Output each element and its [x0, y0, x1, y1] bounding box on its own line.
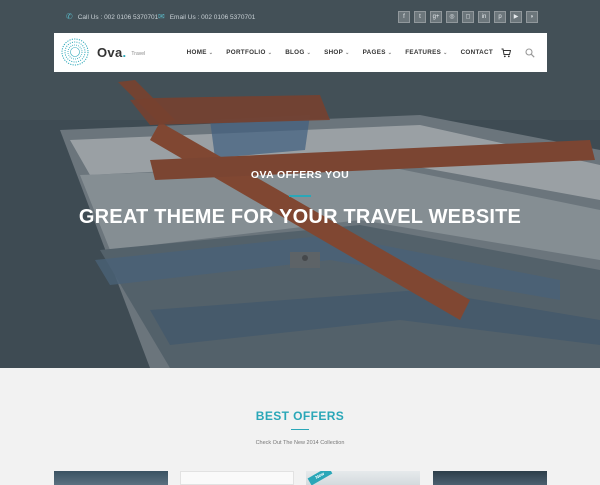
chevron-down-icon: ⌄: [267, 49, 273, 56]
menu-item-portfolio[interactable]: PORTFOLIO ⌄: [226, 49, 272, 56]
menu-item-pages[interactable]: PAGES ⌄: [363, 49, 393, 56]
chevron-down-icon: ⌄: [306, 49, 312, 56]
contact-email[interactable]: ✉ Email Us : 002 0106 5370701: [158, 13, 255, 21]
cart-icon[interactable]: [501, 48, 511, 58]
rss-icon[interactable]: ◗: [526, 11, 538, 23]
menu-item-shop[interactable]: SHOP ⌄: [324, 49, 350, 56]
phone-icon: ✆: [66, 12, 73, 21]
hero-divider: [289, 195, 311, 197]
contact-phone-text: Call Us : 002 0106 5370701: [77, 13, 159, 21]
nav-icons: [501, 33, 535, 72]
pinterest-icon[interactable]: p: [494, 11, 506, 23]
chevron-down-icon: ⌄: [387, 49, 393, 56]
logo-text: Ova.: [97, 44, 127, 60]
section-title: BEST OFFERS: [255, 409, 345, 423]
linkedin-icon[interactable]: in: [478, 11, 490, 23]
logo[interactable]: Ova. Travel: [60, 37, 145, 67]
menu-item-contact[interactable]: CONTACT: [461, 49, 493, 56]
menu-item-label: BLOG: [285, 49, 305, 56]
menu-item-label: FEATURES: [405, 49, 442, 56]
youtube-icon[interactable]: ▶: [510, 11, 522, 23]
offer-card[interactable]: [433, 471, 547, 485]
nav-menu: HOME ⌄ PORTFOLIO ⌄ BLOG ⌄ SHOP ⌄ PAGES ⌄…: [187, 33, 493, 72]
top-bar: ✆ Call Us : 002 0106 5370701 ✉ Email Us …: [0, 0, 600, 36]
hero-kicker: OVA OFFERS YOU: [250, 169, 350, 181]
envelope-icon: ✉: [158, 12, 165, 21]
instagram-icon[interactable]: ◻: [462, 11, 474, 23]
menu-item-label: SHOP: [324, 49, 344, 56]
hero-title: GREAT THEME FOR YOUR TRAVEL WEBSITE: [78, 206, 522, 228]
offer-card[interactable]: [54, 471, 168, 485]
twitter-icon[interactable]: t: [414, 11, 426, 23]
search-icon[interactable]: [525, 47, 535, 58]
facebook-icon[interactable]: f: [398, 11, 410, 23]
section-divider: [291, 429, 309, 430]
offer-card[interactable]: [180, 471, 294, 485]
chevron-down-icon: ⌄: [208, 49, 214, 56]
new-badge: New: [307, 471, 333, 485]
menu-item-features[interactable]: FEATURES ⌄: [405, 49, 447, 56]
menu-item-label: CONTACT: [460, 49, 493, 56]
logo-icon: [61, 38, 89, 66]
section-subtitle: Check Out The New 2014 Collection: [255, 440, 345, 446]
best-offers-section: BEST OFFERS Check Out The New 2014 Colle…: [0, 368, 600, 485]
dribbble-icon[interactable]: ◎: [446, 11, 458, 23]
chevron-down-icon: ⌄: [443, 49, 448, 56]
menu-item-label: PAGES: [362, 49, 386, 56]
menu-item-label: PORTFOLIO: [226, 49, 266, 56]
contact-phone[interactable]: ✆ Call Us : 002 0106 5370701: [66, 13, 158, 21]
chevron-down-icon: ⌄: [345, 49, 350, 56]
menu-item-home[interactable]: HOME ⌄: [187, 49, 214, 56]
main-navbar: Ova. Travel HOME ⌄ PORTFOLIO ⌄ BLOG ⌄ SH…: [54, 33, 547, 72]
menu-item-label: HOME: [186, 49, 207, 56]
menu-item-blog[interactable]: BLOG ⌄: [285, 49, 311, 56]
offer-card[interactable]: New: [306, 471, 420, 485]
hero-section: ✆ Call Us : 002 0106 5370701 ✉ Email Us …: [0, 0, 600, 368]
contact-email-text: Email Us : 002 0106 5370701: [169, 13, 256, 21]
google-plus-icon[interactable]: g+: [430, 11, 442, 23]
social-links: f t g+ ◎ ◻ in p ▶ ◗: [398, 11, 538, 23]
logo-subtitle: Travel: [131, 51, 146, 57]
